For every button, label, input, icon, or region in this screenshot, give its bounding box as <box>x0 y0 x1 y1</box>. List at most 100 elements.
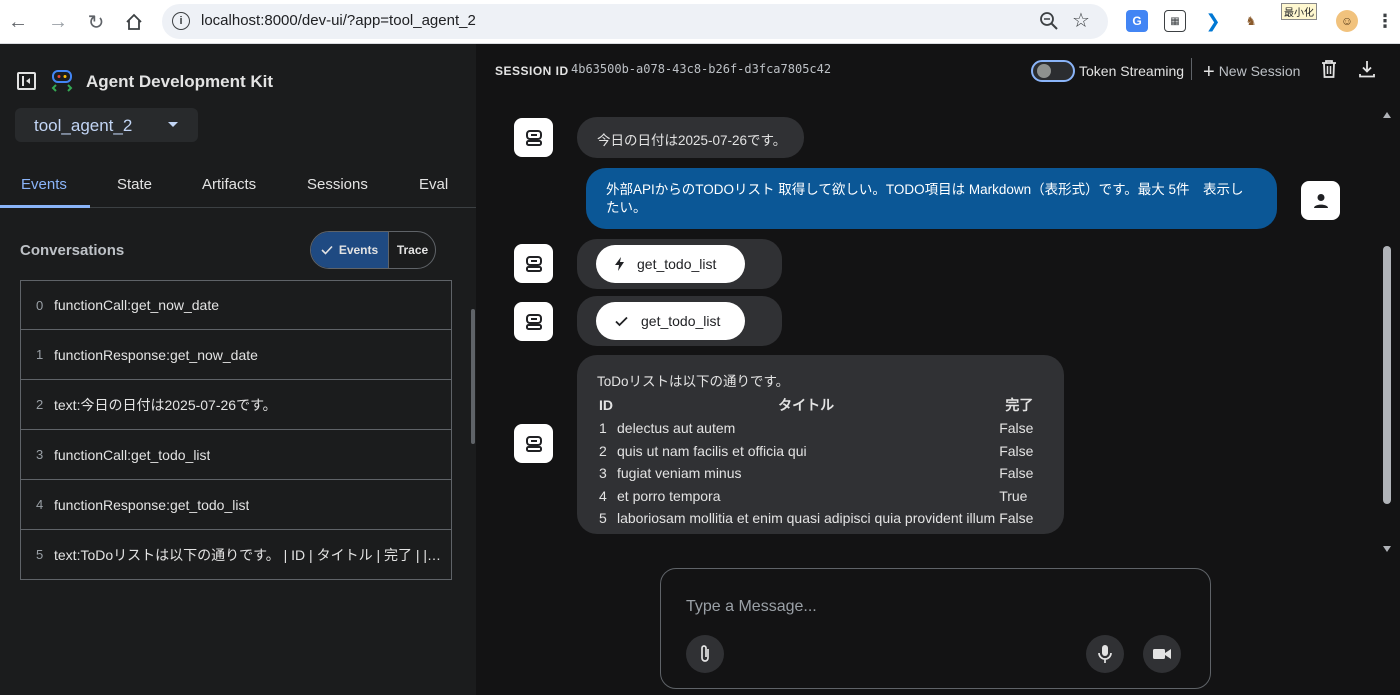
chat-scrollbar[interactable] <box>1380 106 1394 556</box>
column-header-done: 完了 <box>1005 397 1034 413</box>
minimize-extension-badge[interactable]: 最小化 <box>1281 3 1317 20</box>
adk-logo-icon <box>51 70 73 92</box>
check-icon <box>615 316 628 326</box>
translate-extension-icon[interactable]: G <box>1126 10 1148 32</box>
event-index: 1 <box>36 347 44 362</box>
more-menu-icon[interactable]: ⋮ <box>1374 10 1396 32</box>
todo-list-message: ToDoリストは以下の通りです。 ID タイトル 完了 1 delectus au… <box>577 355 1064 534</box>
reload-icon[interactable]: ↻ <box>82 8 110 36</box>
function-call-message: get_todo_list <box>577 239 782 289</box>
column-header-id: ID <box>599 397 613 413</box>
event-text: text:ToDoリストは以下の通りです。 | ID | タイトル | 完了 |… <box>54 546 444 563</box>
todo-done: False <box>999 442 1034 459</box>
event-row[interactable]: 0 functionCall:get_now_date <box>20 280 452 330</box>
event-row[interactable]: 4 functionResponse:get_todo_list <box>20 480 452 530</box>
todo-id: 5 <box>599 510 607 527</box>
user-message: 外部APIからのTODOリスト 取得して欲しい。TODO項目は Markdown… <box>586 168 1277 229</box>
todo-done: True <box>999 487 1028 504</box>
video-camera-icon <box>1153 649 1171 659</box>
bot-avatar <box>514 424 553 463</box>
user-avatar <box>1301 181 1340 220</box>
events-trace-toggle: Events Trace <box>310 231 436 269</box>
column-header-title: タイトル <box>778 397 835 413</box>
app-selector[interactable]: tool_agent_2 <box>15 108 198 142</box>
event-list: 0 functionCall:get_now_date 1 functionResp… <box>20 280 452 580</box>
event-row[interactable]: 3 functionCall:get_todo_list <box>20 430 452 480</box>
zoom-icon[interactable] <box>1038 10 1060 32</box>
bot-avatar <box>514 244 553 283</box>
function-call-chip[interactable]: get_todo_list <box>596 245 745 283</box>
forward-arrow-icon[interactable]: → <box>44 8 72 36</box>
microphone-button[interactable] <box>1086 635 1124 673</box>
home-icon[interactable] <box>120 8 148 36</box>
profile-avatar-icon[interactable]: ☺ <box>1336 10 1358 32</box>
message-composer[interactable]: Type a Message... <box>660 568 1211 689</box>
todo-id: 1 <box>599 420 607 437</box>
tab-artifacts[interactable]: Artifacts <box>202 176 256 193</box>
event-index: 5 <box>36 547 44 562</box>
toggle-trace-button[interactable]: Trace <box>388 232 435 268</box>
bot-message: 今日の日付は2025-07-26です。 <box>577 117 804 158</box>
attach-button[interactable] <box>686 635 724 673</box>
user-message-text: 外部APIからのTODOリスト 取得して欲しい。TODO項目は Markdown… <box>606 182 1244 215</box>
vscode-extension-icon[interactable]: ❯ <box>1202 10 1224 32</box>
site-info-icon[interactable]: i <box>172 12 190 30</box>
download-icon[interactable] <box>1358 60 1376 78</box>
robot-icon <box>525 313 542 330</box>
todo-title: quis ut nam facilis et officia qui <box>617 442 807 459</box>
robot-icon <box>525 255 542 272</box>
scroll-thumb[interactable] <box>1383 246 1391 504</box>
active-tab-indicator <box>0 205 90 208</box>
todo-title: laboriosam mollitia et enim quasi adipis… <box>617 510 996 527</box>
side-panel: Agent Development Kit tool_agent_2 Event… <box>0 44 476 695</box>
todo-title: delectus aut autem <box>617 420 736 437</box>
camera-button[interactable] <box>1143 635 1181 673</box>
tab-sessions[interactable]: Sessions <box>307 176 368 193</box>
event-text: functionCall:get_now_date <box>54 297 220 313</box>
table-row: 5 laboriosam mollitia et enim quasi adipi… <box>597 507 1035 530</box>
todo-intro-text: ToDoリストは以下の通りです。 <box>597 374 790 389</box>
table-row: 3 fugiat veniam minus False <box>597 462 1035 485</box>
bookmark-star-icon[interactable]: ☆ <box>1072 8 1090 33</box>
url-text: localhost:8000/dev-ui/?app=tool_agent_2 <box>201 12 476 29</box>
session-bar: SESSION ID 4b63500b-a078-43c8-b26f-d3fca… <box>476 44 1400 94</box>
token-streaming-switch[interactable] <box>1031 60 1075 82</box>
animal-extension-icon[interactable]: ♞ <box>1240 10 1262 32</box>
event-text: functionResponse:get_todo_list <box>54 496 250 513</box>
tab-eval[interactable]: Eval <box>419 176 448 193</box>
session-id-value: 4b63500b-a078-43c8-b26f-d3fca7805c42 <box>571 62 832 76</box>
app-selector-value: tool_agent_2 <box>34 116 133 135</box>
todo-done: False <box>999 465 1034 482</box>
collapse-panel-icon[interactable] <box>17 72 36 90</box>
toggle-events-button[interactable]: Events <box>311 232 388 268</box>
address-bar[interactable]: i localhost:8000/dev-ui/?app=tool_agent_… <box>162 4 1108 39</box>
scroll-down-icon[interactable] <box>1383 546 1391 552</box>
function-response-name: get_todo_list <box>641 313 721 329</box>
function-call-name: get_todo_list <box>637 256 717 272</box>
new-session-label: New Session <box>1218 63 1301 79</box>
microphone-icon <box>1098 645 1112 663</box>
tab-events[interactable]: Events <box>21 176 67 193</box>
tab-state[interactable]: State <box>117 176 152 193</box>
table-row: 4 et porro tempora True <box>597 485 1035 508</box>
bot-message-text: 今日の日付は2025-07-26です。 <box>597 133 787 148</box>
event-row[interactable]: 5 text:ToDoリストは以下の通りです。 | ID | タイトル | 完了 … <box>20 530 452 580</box>
qr-extension-icon[interactable]: ▦ <box>1164 10 1186 32</box>
check-icon <box>321 245 333 255</box>
session-id-label: SESSION ID <box>495 64 569 78</box>
paperclip-icon <box>701 645 709 662</box>
delete-session-icon[interactable] <box>1321 60 1337 78</box>
toolbar-divider <box>1191 58 1192 80</box>
plus-icon: + <box>1203 61 1215 83</box>
side-panel-resize-handle[interactable] <box>471 309 475 444</box>
event-row[interactable]: 1 functionResponse:get_now_date <box>20 330 452 380</box>
app-title: Agent Development Kit <box>86 72 274 91</box>
todo-table: ID タイトル 完了 1 delectus aut autem False 2 qui… <box>597 393 1035 530</box>
back-arrow-icon[interactable]: ← <box>4 8 32 36</box>
scroll-up-icon[interactable] <box>1383 112 1391 118</box>
message-input-placeholder[interactable]: Type a Message... <box>686 598 817 616</box>
event-row[interactable]: 2 text:今日の日付は2025-07-26です。 <box>20 380 452 430</box>
todo-done: False <box>999 510 1034 527</box>
new-session-button[interactable]: + New Session <box>1203 61 1300 84</box>
function-response-chip[interactable]: get_todo_list <box>596 302 745 340</box>
